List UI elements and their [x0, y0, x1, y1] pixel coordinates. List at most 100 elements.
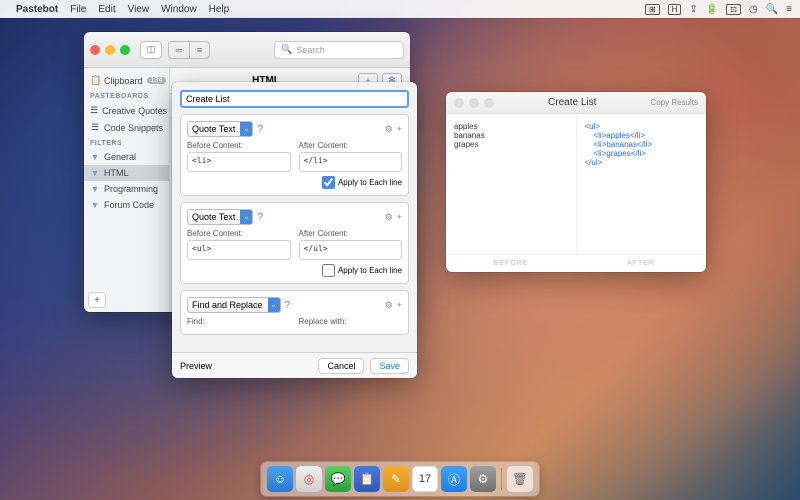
menu-file[interactable]: File [70, 4, 86, 15]
battery-icon[interactable]: 🔋 [706, 4, 718, 15]
status-icon-2[interactable]: H [668, 4, 682, 15]
zoom-button[interactable] [484, 98, 494, 108]
sidebar-pasteboard-snippets[interactable]: ☰ Code Snippets [84, 119, 169, 136]
step-type-label: Find and Replace [192, 300, 263, 310]
step-type-select[interactable]: Find and Replace ⌄ [187, 297, 281, 313]
apply-each-line-label: Apply to Each line [338, 266, 402, 275]
main-toolbar: ◫ ═ ≡ 🔍 Search [84, 32, 410, 68]
step-type-select[interactable]: Quote Text ⌄ [187, 209, 253, 225]
dock-messages[interactable]: 💬 [325, 466, 351, 492]
cancel-button[interactable]: Cancel [318, 358, 364, 374]
after-content: <ul> <li>apples</li> <li>bananas</li> <l… [585, 122, 699, 167]
after-label: After Content: [299, 141, 403, 150]
step-type-select[interactable]: Quote Text ⌄ [187, 121, 253, 137]
menu-edit[interactable]: Edit [98, 4, 115, 15]
menu-view[interactable]: View [128, 4, 150, 15]
dock-appstore[interactable]: Ⓐ [441, 466, 467, 492]
gear-icon[interactable]: ⚙ [385, 212, 393, 223]
before-line: apples [454, 122, 568, 131]
add-step-icon[interactable]: + [397, 124, 402, 135]
step-type-label: Quote Text [192, 124, 235, 134]
before-line: grapes [454, 140, 568, 149]
step-type-label: Quote Text [192, 212, 235, 222]
help-icon[interactable]: ? [257, 212, 263, 223]
search-field[interactable]: 🔍 Search [274, 41, 404, 59]
apply-each-line-checkbox[interactable] [322, 264, 335, 277]
after-pane: <ul> <li>apples</li> <li>bananas</li> <l… [576, 114, 707, 254]
minimize-button[interactable] [105, 45, 115, 55]
dock: ☺ ◎ 💬 📋 ✎ 17 Ⓐ ⚙ 🗑 [261, 462, 539, 496]
dock-safari[interactable]: ◎ [296, 466, 322, 492]
copy-results-button[interactable]: Copy Results [650, 98, 698, 107]
gear-icon[interactable]: ⚙ [385, 300, 393, 311]
search-placeholder: Search [296, 45, 325, 55]
status-icon-3[interactable]: ⊡ [726, 4, 741, 15]
filter-name-input[interactable] [180, 90, 409, 108]
add-button[interactable]: + [88, 292, 106, 308]
after-content-input[interactable]: </li> [299, 152, 403, 172]
label: Programming [104, 184, 158, 194]
clipboard-badge: 134 [147, 77, 167, 84]
label: Forum Code [104, 200, 154, 210]
help-icon[interactable]: ? [257, 124, 263, 135]
filter-step-2: Quote Text ⌄ ? ⚙ + Before Content: <ul> … [180, 202, 409, 284]
dock-sysprefs[interactable]: ⚙ [470, 466, 496, 492]
filter-editor-window: Quote Text ⌄ ? ⚙ + Before Content: <li> … [172, 82, 417, 378]
layout-toggle[interactable]: ═ ≡ [168, 41, 210, 59]
replace-label: Replace with: [299, 317, 403, 326]
dropbox-icon[interactable]: ⇪ [689, 4, 697, 15]
editor-footer: Preview Cancel Save [172, 352, 417, 378]
before-label: Before Content: [187, 229, 291, 238]
zoom-button[interactable] [120, 45, 130, 55]
sidebar-toggle-icon[interactable]: ◫ [141, 42, 161, 58]
sidebar-filter-forum[interactable]: ▼ Forum Code [84, 197, 169, 213]
save-button[interactable]: Save [370, 358, 409, 374]
layout-split-icon[interactable]: ═ [169, 42, 189, 58]
clipboard-icon: 📋 [90, 75, 100, 86]
minimize-button[interactable] [469, 98, 479, 108]
chevron-down-icon: ⌄ [240, 122, 252, 136]
before-label: Before Content: [187, 141, 291, 150]
before-content-input[interactable]: <ul> [187, 240, 291, 260]
sidebar-pasteboard-quotes[interactable]: ☰ Creative Quotes 14 [84, 102, 169, 119]
dock-finder[interactable]: ☺ [267, 466, 293, 492]
label: Creative Quotes [102, 106, 167, 116]
label: HTML [104, 168, 129, 178]
help-icon[interactable]: ? [285, 300, 291, 311]
apply-each-line-checkbox[interactable] [322, 176, 335, 189]
close-button[interactable] [454, 98, 464, 108]
chevron-down-icon: ⌄ [240, 210, 252, 224]
dock-pastebot[interactable]: 📋 [354, 466, 380, 492]
menu-help[interactable]: Help [209, 4, 230, 15]
after-label: After Content: [299, 229, 403, 238]
filter-icon: ▼ [90, 184, 100, 194]
sidebar-filter-programming[interactable]: ▼ Programming [84, 181, 169, 197]
chevron-down-icon: ⌄ [268, 298, 280, 312]
preview-window: Create List Copy Results apples bananas … [446, 92, 706, 272]
preview-button[interactable]: Preview [180, 361, 212, 371]
layout-list-icon[interactable]: ≡ [189, 42, 209, 58]
add-step-icon[interactable]: + [397, 300, 402, 311]
menu-window[interactable]: Window [161, 4, 197, 15]
status-icon-1[interactable]: ⊞ [645, 4, 660, 15]
menu-icon[interactable]: ≡ [786, 4, 792, 15]
clock-icon[interactable]: ◷ [749, 4, 758, 15]
close-button[interactable] [90, 45, 100, 55]
sidebar-filter-html[interactable]: ▼ HTML [84, 165, 169, 181]
gear-icon[interactable]: ⚙ [385, 124, 393, 135]
app-menu[interactable]: Pastebot [16, 4, 58, 15]
filters-header: FILTERS [84, 136, 169, 149]
before-pane: apples bananas grapes [446, 114, 576, 254]
list-icon: ☰ [90, 105, 98, 116]
add-step-icon[interactable]: + [397, 212, 402, 223]
dock-calendar[interactable]: 17 [412, 466, 438, 492]
search-icon[interactable]: 🔍 [766, 4, 778, 15]
macos-menubar: Pastebot File Edit View Window Help ⊞ H … [0, 0, 800, 18]
view-toggle[interactable]: ◫ [140, 41, 162, 59]
dock-trash[interactable]: 🗑 [507, 466, 533, 492]
before-content-input[interactable]: <li> [187, 152, 291, 172]
sidebar-filter-general[interactable]: ▼ General [84, 149, 169, 165]
sidebar-clipboard[interactable]: 📋 Clipboard 134 [84, 72, 169, 89]
after-content-input[interactable]: </ul> [299, 240, 403, 260]
dock-clips[interactable]: ✎ [383, 466, 409, 492]
